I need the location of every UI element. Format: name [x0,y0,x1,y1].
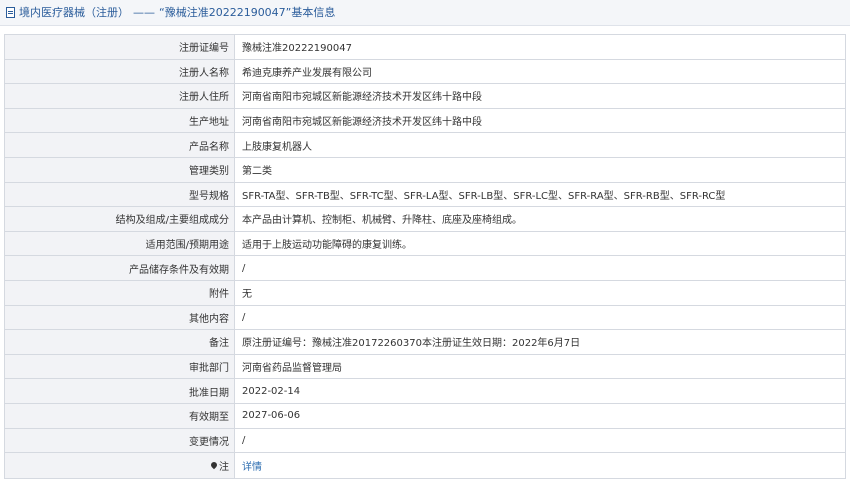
header-title: “豫械注准20222190047”基本信息 [159,5,336,19]
table-row: 备注 原注册证编号：豫械注准20172260370本注册证生效日期：2022年6月… [5,330,845,355]
row-value: / [242,311,246,323]
row-label: 变更情况 [5,428,235,453]
note-label-text: 注 [219,461,229,473]
row-value: 上肢康复机器人 [242,141,312,153]
row-label: 有效期至 [5,403,235,428]
row-label: 批准日期 [5,379,235,403]
row-value: 原注册证编号：豫械注准20172260370本注册证生效日期：2022年6月7日 [242,338,581,350]
row-label: 结构及组成/主要组成成分 [5,207,235,231]
note-row: 注 详情 [5,453,845,478]
table-row: 产品名称 上肢康复机器人 [5,133,845,158]
pin-icon [209,461,219,470]
row-value: 河南省药品监督管理局 [242,363,342,375]
row-value: 本产品由计算机、控制柜、机械臂、升降柱、底座及座椅组成。 [242,215,522,227]
row-value: 无 [242,289,252,301]
table-row: 管理类别 第二类 [5,157,845,183]
row-value: / [242,262,246,274]
row-value: 希迪克康养产业发展有限公司 [242,67,372,79]
table-row: 注册证编号 豫械注准20222190047 [5,35,845,60]
row-value: 第二类 [242,166,272,178]
table-row: 附件无 [5,280,845,306]
table-row: 注册人名称 希迪克康养产业发展有限公司 [5,59,845,85]
page-header: 境内医疗器械（注册） —— “豫械注准20222190047”基本信息 [0,0,850,26]
row-label: 备注 [5,330,235,354]
details-link[interactable]: 详情 [242,458,262,473]
table-row: 审批部门 河南省药品监督管理局 [5,354,845,380]
note-value: 详情 [235,453,845,478]
table-row: 适用范围/预期用途 适用于上肢运动功能障碍的康复训练。 [5,231,845,257]
row-label: 审批部门 [5,354,235,379]
table-row: 注册人住所 河南省南阳市宛城区新能源经济技术开发区纬十路中段 [5,84,845,109]
row-label: 产品储存条件及有效期 [5,256,235,280]
header-separator: —— [133,5,155,19]
row-label: 注册人名称 [5,59,235,84]
row-label: 其他内容 [5,305,235,330]
row-label: 型号规格 [5,182,235,207]
row-value: 适用于上肢运动功能障碍的康复训练。 [242,240,412,252]
row-value: 河南省南阳市宛城区新能源经济技术开发区纬十路中段 [242,117,482,129]
header-category: 境内医疗器械（注册） [19,5,129,19]
row-value: 2022-02-14 [242,385,301,397]
row-label: 生产地址 [5,108,235,133]
table-row: 产品储存条件及有效期 / [5,256,845,281]
row-label: 适用范围/预期用途 [5,231,235,256]
table-row: 批准日期 2022-02-14 [5,379,845,404]
row-label: 管理类别 [5,157,235,182]
row-value: / [242,434,246,446]
row-label: 产品名称 [5,133,235,157]
document-icon [6,7,15,18]
info-table: 注册证编号 豫械注准20222190047 注册人名称 希迪克康养产业发展有限公司 … [4,34,846,479]
table-row: 结构及组成/主要组成成分 本产品由计算机、控制柜、机械臂、升降柱、底座及座椅组成。 [5,207,845,232]
row-value: SFR-TA型、SFR-TB型、SFR-TC型、SFR-LA型、SFR-LB型、… [242,190,726,202]
row-value: 2027-06-06 [242,410,301,422]
table-row: 生产地址 河南省南阳市宛城区新能源经济技术开发区纬十路中段 [5,108,845,134]
note-label: 注 [5,453,235,478]
table-row: 其他内容 / [5,305,845,331]
table-row: 有效期至 2027-06-06 [5,403,845,429]
row-value: 豫械注准20222190047 [242,43,352,55]
row-value: 河南省南阳市宛城区新能源经济技术开发区纬十路中段 [242,92,482,104]
row-label: 附件 [5,280,235,305]
table-row: 变更情况 / [5,428,845,454]
table-row: 型号规格 SFR-TA型、SFR-TB型、SFR-TC型、SFR-LA型、SFR-… [5,182,845,208]
row-label: 注册证编号 [5,35,235,59]
row-label: 注册人住所 [5,84,235,108]
